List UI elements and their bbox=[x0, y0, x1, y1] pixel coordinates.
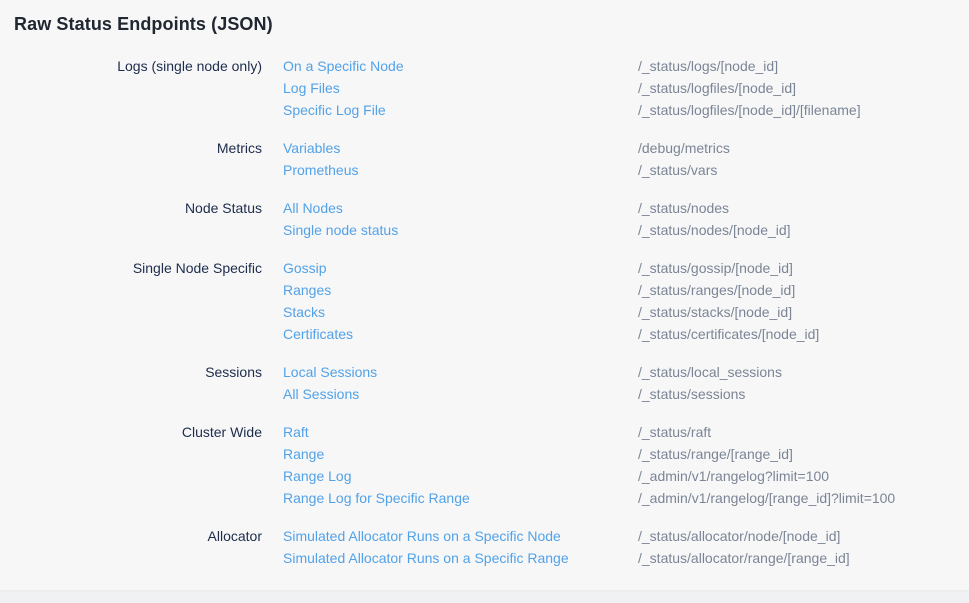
endpoint-group: Cluster WideRaftRangeRange LogRange Log … bbox=[14, 421, 969, 509]
endpoint-path: /_status/local_sessions bbox=[638, 361, 969, 383]
endpoint-paths-column: /debug/metrics/_status/vars bbox=[617, 137, 969, 181]
endpoint-path: /_status/nodes bbox=[638, 197, 969, 219]
endpoint-links-column: RaftRangeRange LogRange Log for Specific… bbox=[262, 421, 617, 509]
endpoint-group: MetricsVariablesPrometheus/debug/metrics… bbox=[14, 137, 969, 181]
endpoint-link[interactable]: Certificates bbox=[283, 323, 617, 345]
endpoint-paths-column: /_status/raft/_status/range/[range_id]/_… bbox=[617, 421, 969, 509]
group-category-label: Single Node Specific bbox=[14, 257, 262, 345]
endpoint-link[interactable]: Raft bbox=[283, 421, 617, 443]
endpoint-link[interactable]: Gossip bbox=[283, 257, 617, 279]
endpoint-paths-column: /_status/allocator/node/[node_id]/_statu… bbox=[617, 525, 969, 569]
group-category-label: Cluster Wide bbox=[14, 421, 262, 509]
endpoint-path: /_status/allocator/range/[range_id] bbox=[638, 547, 969, 569]
endpoint-path: /debug/metrics bbox=[638, 137, 969, 159]
endpoint-link[interactable]: Log Files bbox=[283, 77, 617, 99]
endpoint-group: Single Node SpecificGossipRangesStacksCe… bbox=[14, 257, 969, 345]
endpoint-links-column: Local SessionsAll Sessions bbox=[262, 361, 617, 405]
endpoint-link[interactable]: Prometheus bbox=[283, 159, 617, 181]
endpoint-path: /_status/certificates/[node_id] bbox=[638, 323, 969, 345]
endpoint-link[interactable]: Single node status bbox=[283, 219, 617, 241]
group-category-label: Node Status bbox=[14, 197, 262, 241]
group-category-label: Logs (single node only) bbox=[14, 55, 262, 121]
endpoint-links-column: GossipRangesStacksCertificates bbox=[262, 257, 617, 345]
endpoint-path: /_status/sessions bbox=[638, 383, 969, 405]
endpoint-path: /_status/vars bbox=[638, 159, 969, 181]
endpoint-links-column: VariablesPrometheus bbox=[262, 137, 617, 181]
endpoint-path: /_status/range/[range_id] bbox=[638, 443, 969, 465]
endpoint-link[interactable]: Range Log for Specific Range bbox=[283, 487, 617, 509]
endpoint-link[interactable]: Local Sessions bbox=[283, 361, 617, 383]
endpoint-link[interactable]: Specific Log File bbox=[283, 99, 617, 121]
endpoint-path: /_status/logs/[node_id] bbox=[638, 55, 969, 77]
endpoint-link[interactable]: Variables bbox=[283, 137, 617, 159]
endpoint-group: Logs (single node only)On a Specific Nod… bbox=[14, 55, 969, 121]
endpoint-path: /_status/nodes/[node_id] bbox=[638, 219, 969, 241]
endpoints-panel: Raw Status Endpoints (JSON) Logs (single… bbox=[0, 0, 969, 590]
endpoint-group: SessionsLocal SessionsAll Sessions/_stat… bbox=[14, 361, 969, 405]
endpoint-path: /_status/raft bbox=[638, 421, 969, 443]
endpoint-link[interactable]: Simulated Allocator Runs on a Specific N… bbox=[283, 525, 617, 547]
endpoint-link[interactable]: All Nodes bbox=[283, 197, 617, 219]
endpoint-link[interactable]: Simulated Allocator Runs on a Specific R… bbox=[283, 547, 617, 569]
endpoint-link[interactable]: Range Log bbox=[283, 465, 617, 487]
endpoint-link[interactable]: On a Specific Node bbox=[283, 55, 617, 77]
group-category-label: Allocator bbox=[14, 525, 262, 569]
endpoint-path: /_status/logfiles/[node_id] bbox=[638, 77, 969, 99]
endpoint-path: /_status/stacks/[node_id] bbox=[638, 301, 969, 323]
group-category-label: Sessions bbox=[14, 361, 262, 405]
endpoint-link[interactable]: Range bbox=[283, 443, 617, 465]
endpoint-path: /_status/logfiles/[node_id]/[filename] bbox=[638, 99, 969, 121]
endpoint-links-column: Simulated Allocator Runs on a Specific N… bbox=[262, 525, 617, 569]
group-category-label: Metrics bbox=[14, 137, 262, 181]
endpoint-path: /_admin/v1/rangelog/[range_id]?limit=100 bbox=[638, 487, 969, 509]
debug-page: Raw Status Endpoints (JSON) Logs (single… bbox=[0, 0, 969, 603]
endpoint-path: /_admin/v1/rangelog?limit=100 bbox=[638, 465, 969, 487]
endpoint-group: Node StatusAll NodesSingle node status/_… bbox=[14, 197, 969, 241]
endpoint-group: Allocator Simulated Allocator Runs on a S… bbox=[14, 525, 969, 569]
endpoint-paths-column: /_status/local_sessions/_status/sessions bbox=[617, 361, 969, 405]
endpoint-path: /_status/allocator/node/[node_id] bbox=[638, 525, 969, 547]
endpoint-paths-column: /_status/nodes/_status/nodes/[node_id] bbox=[617, 197, 969, 241]
endpoint-link[interactable]: Stacks bbox=[283, 301, 617, 323]
endpoint-groups: Logs (single node only)On a Specific Nod… bbox=[14, 55, 969, 569]
endpoint-paths-column: /_status/gossip/[node_id]/_status/ranges… bbox=[617, 257, 969, 345]
endpoint-link[interactable]: All Sessions bbox=[283, 383, 617, 405]
page-title: Raw Status Endpoints (JSON) bbox=[14, 13, 969, 36]
endpoint-paths-column: /_status/logs/[node_id]/_status/logfiles… bbox=[617, 55, 969, 121]
endpoint-link[interactable]: Ranges bbox=[283, 279, 617, 301]
endpoint-links-column: All NodesSingle node status bbox=[262, 197, 617, 241]
endpoint-path: /_status/gossip/[node_id] bbox=[638, 257, 969, 279]
endpoint-links-column: On a Specific NodeLog FilesSpecific Log … bbox=[262, 55, 617, 121]
endpoint-path: /_status/ranges/[node_id] bbox=[638, 279, 969, 301]
